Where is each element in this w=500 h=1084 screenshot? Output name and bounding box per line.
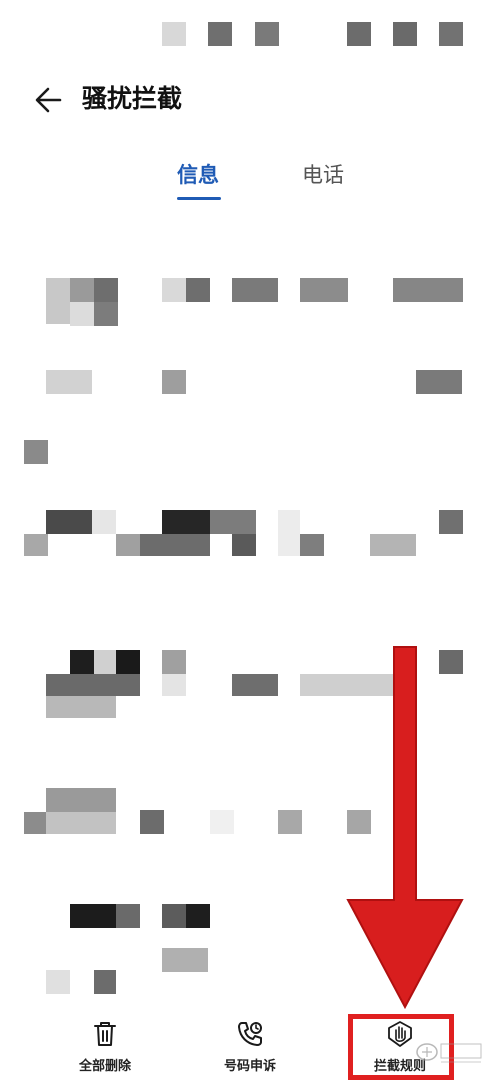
obscured-block [300,534,324,556]
delete-all-button[interactable]: 全部删除 [45,1010,165,1084]
obscured-block [46,788,116,812]
status-pixel [162,22,186,46]
obscured-block [24,812,48,834]
obscured-block [232,674,278,696]
obscured-block [140,534,210,556]
obscured-block [232,278,278,302]
obscured-block [116,534,140,556]
obscured-block [186,904,210,928]
status-bar [0,0,500,70]
obscured-block [94,970,116,994]
obscured-block [94,302,118,326]
obscured-block [116,650,140,674]
obscured-block [46,370,92,394]
number-appeal-button[interactable]: 号码申诉 [190,1010,310,1084]
obscured-block [162,370,186,394]
tab-calls[interactable]: 电话 [302,158,344,192]
obscured-block [70,302,94,326]
tab-messages[interactable]: 信息 [177,158,219,192]
arrow-left-icon [35,87,62,113]
obscured-block [393,278,463,302]
obscured-block [92,510,116,534]
obscured-block [70,278,94,302]
annotation-arrow [346,646,464,1010]
obscured-block [300,278,348,302]
obscured-block [162,948,208,972]
status-pixel [255,22,279,46]
obscured-block [46,812,116,834]
trash-icon [94,1022,116,1046]
obscured-block [162,510,210,534]
obscured-block [46,674,140,696]
obscured-block [162,904,186,928]
obscured-block [186,278,210,302]
obscured-block [210,810,234,834]
page-title: 骚扰拦截 [82,84,183,113]
obscured-block [46,510,92,534]
obscured-block [439,510,463,534]
back-button[interactable] [30,82,70,118]
obscured-block [162,674,186,696]
obscured-block [46,970,70,994]
number-appeal-label: 号码申诉 [223,1059,276,1074]
obscured-block [278,810,302,834]
status-pixel [393,22,417,46]
status-pixel [208,22,232,46]
obscured-block [370,534,416,556]
tab-bar: 信息 电话 [0,158,500,206]
status-pixel [347,22,371,46]
delete-all-label: 全部删除 [78,1059,131,1074]
tab-active-indicator [177,197,221,200]
obscured-block [416,370,462,394]
obscured-block [278,510,300,556]
obscured-block [94,650,116,674]
status-pixel [439,22,463,46]
obscured-block [162,650,186,674]
app-header: 骚扰拦截 [0,70,500,130]
obscured-block [46,696,116,718]
watermark-logo [415,1040,485,1071]
obscured-block [232,534,256,556]
obscured-block [94,278,118,302]
obscured-block [70,650,94,674]
phone-appeal-icon [238,1022,262,1046]
obscured-block [162,278,186,302]
obscured-block [140,810,164,834]
obscured-block [46,278,70,324]
obscured-block [70,904,116,928]
obscured-block [24,440,48,464]
obscured-block [210,510,256,534]
obscured-block [116,904,140,928]
obscured-block [24,534,48,556]
